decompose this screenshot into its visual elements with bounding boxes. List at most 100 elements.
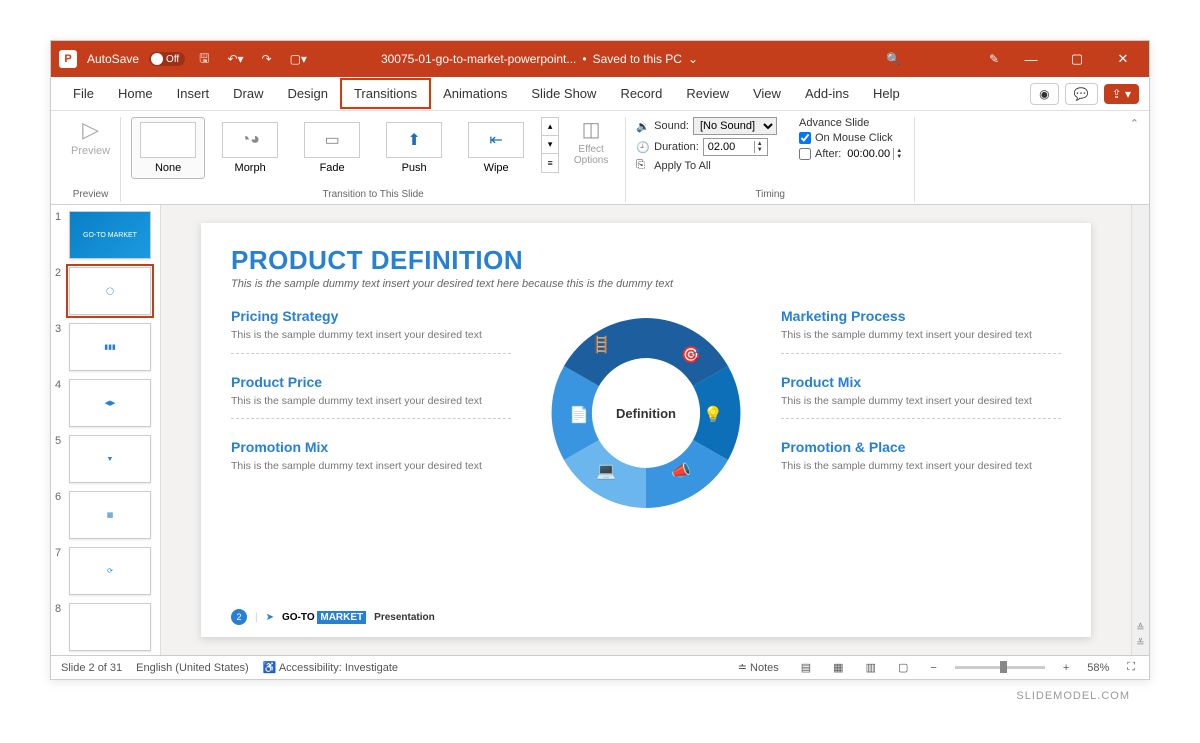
- transition-none[interactable]: None: [131, 117, 205, 179]
- transition-wipe[interactable]: ⇤ Wipe: [459, 117, 533, 179]
- slide-counter[interactable]: Slide 2 of 31: [61, 662, 122, 674]
- after-checkbox[interactable]: [799, 148, 811, 160]
- tab-help[interactable]: Help: [861, 80, 912, 107]
- after-input[interactable]: [845, 147, 893, 161]
- stairs-icon: 🪜: [591, 335, 611, 354]
- pen-icon[interactable]: ✎: [985, 50, 1003, 68]
- slide-footer: 2 | ➤ GO-TO MARKET Presentation: [231, 609, 435, 625]
- donut-chart: 🪜 🎯 💡 📣 💻 📄 Definition: [531, 308, 761, 518]
- apply-all-button[interactable]: ⎘ Apply To All: [636, 159, 777, 172]
- language-status[interactable]: English (United States): [136, 662, 249, 674]
- record-indicator-icon[interactable]: ◉: [1030, 83, 1058, 105]
- zoom-level[interactable]: 58%: [1087, 662, 1109, 674]
- thumb-1[interactable]: 1GO-TO MARKET: [55, 211, 156, 259]
- item-promotion-place: Promotion & PlaceThis is the sample dumm…: [781, 439, 1061, 474]
- gallery-more[interactable]: ▴ ▾ ≡: [541, 117, 559, 173]
- tab-view[interactable]: View: [741, 80, 793, 107]
- fade-icon: ▭: [304, 122, 360, 158]
- gallery-expand-icon[interactable]: ≡: [542, 154, 558, 172]
- tab-slideshow[interactable]: Slide Show: [519, 80, 608, 107]
- morph-icon: ◔◕: [222, 122, 278, 158]
- sound-icon: 🔉: [636, 120, 650, 133]
- thumb-3[interactable]: 3▮▮▮: [55, 323, 156, 371]
- gallery-down-icon[interactable]: ▾: [542, 136, 558, 154]
- tab-draw[interactable]: Draw: [221, 80, 275, 107]
- fit-window-icon[interactable]: ⛶: [1123, 659, 1139, 676]
- collapse-ribbon-icon[interactable]: ⌃: [1130, 117, 1139, 130]
- vertical-scrollbar[interactable]: ≙ ≚: [1131, 205, 1149, 655]
- thumb-2[interactable]: 2◯: [55, 267, 156, 315]
- tab-animations[interactable]: Animations: [431, 80, 519, 107]
- view-normal-icon[interactable]: ▤: [797, 659, 815, 676]
- next-slide-icon[interactable]: ≚: [1136, 638, 1144, 649]
- comments-icon[interactable]: 💬: [1065, 83, 1098, 105]
- zoom-in-button[interactable]: +: [1059, 660, 1073, 676]
- on-click-checkbox[interactable]: [799, 132, 811, 144]
- document-icon: 📄: [569, 405, 589, 424]
- ribbon: ▷ Preview Preview None ◔◕ Morph ▭ Fade: [51, 111, 1149, 205]
- push-icon: ⬆: [386, 122, 442, 158]
- left-column: Pricing StrategyThis is the sample dummy…: [231, 308, 511, 518]
- view-slideshow-icon[interactable]: ▢: [894, 659, 912, 676]
- document-title[interactable]: 30075-01-go-to-market-powerpoint... • Sa…: [381, 52, 698, 66]
- accessibility-status[interactable]: ♿ Accessibility: Investigate: [263, 661, 398, 674]
- donut-center-label: Definition: [616, 406, 676, 421]
- tab-file[interactable]: File: [61, 80, 106, 107]
- tab-home[interactable]: Home: [106, 80, 165, 107]
- view-reading-icon[interactable]: ▥: [862, 659, 880, 676]
- notes-button[interactable]: ≐ Notes: [734, 659, 783, 676]
- save-icon[interactable]: 🖫: [195, 47, 213, 72]
- redo-icon[interactable]: ↷: [258, 50, 276, 68]
- statusbar: Slide 2 of 31 English (United States) ♿ …: [51, 655, 1149, 679]
- zoom-slider[interactable]: [955, 666, 1045, 669]
- thumb-5[interactable]: 5▼: [55, 435, 156, 483]
- tab-review[interactable]: Review: [674, 80, 741, 107]
- present-icon[interactable]: ▢▾: [286, 50, 311, 68]
- group-label-transitions: Transition to This Slide: [323, 187, 424, 202]
- duration-input[interactable]: [706, 140, 754, 154]
- search-icon[interactable]: 🔍: [882, 48, 905, 70]
- share-button[interactable]: ⇪ ▾: [1104, 84, 1139, 104]
- autosave-toggle[interactable]: Off: [149, 52, 185, 66]
- prev-slide-icon[interactable]: ≙: [1136, 623, 1144, 634]
- view-sorter-icon[interactable]: ▦: [829, 659, 847, 676]
- group-label-preview: Preview: [73, 187, 109, 202]
- on-click-label: On Mouse Click: [815, 132, 893, 144]
- after-spinner[interactable]: ▲▼: [845, 147, 904, 161]
- thumb-7[interactable]: 7⟳: [55, 547, 156, 595]
- duration-spinner[interactable]: ▲▼: [703, 138, 768, 156]
- preview-label: Preview: [71, 145, 110, 157]
- zoom-out-button[interactable]: −: [926, 660, 940, 676]
- undo-icon[interactable]: ↶▾: [223, 50, 247, 68]
- close-button[interactable]: ✕: [1105, 51, 1141, 67]
- maximize-button[interactable]: ▢: [1059, 51, 1095, 67]
- thumb-4[interactable]: 4◀▶: [55, 379, 156, 427]
- item-product-price: Product PriceThis is the sample dummy te…: [231, 374, 511, 420]
- effect-options-button[interactable]: ◫ Effect Options: [567, 117, 615, 166]
- gallery-up-icon[interactable]: ▴: [542, 118, 558, 136]
- minimize-button[interactable]: —: [1013, 52, 1049, 67]
- tab-record[interactable]: Record: [608, 80, 674, 107]
- preview-button[interactable]: ▷ Preview: [71, 117, 110, 157]
- app-window: P AutoSave Off 🖫 ↶▾ ↷ ▢▾ 30075-01-go-to-…: [50, 40, 1150, 680]
- slide-thumbnails: 1GO-TO MARKET 2◯ 3▮▮▮ 4◀▶ 5▼ 6▦ 7⟳ 8: [51, 205, 161, 655]
- tab-addins[interactable]: Add-ins: [793, 80, 861, 107]
- thumb-8[interactable]: 8: [55, 603, 156, 651]
- transition-morph[interactable]: ◔◕ Morph: [213, 117, 287, 179]
- slide-canvas: PRODUCT DEFINITION This is the sample du…: [201, 223, 1091, 637]
- tab-transitions[interactable]: Transitions: [340, 78, 431, 109]
- transition-push[interactable]: ⬆ Push: [377, 117, 451, 179]
- tab-design[interactable]: Design: [276, 80, 340, 107]
- item-promotion-mix: Promotion MixThis is the sample dummy te…: [231, 439, 511, 474]
- duration-label: Duration:: [654, 141, 699, 153]
- slide-editor[interactable]: PRODUCT DEFINITION This is the sample du…: [161, 205, 1131, 655]
- right-column: Marketing ProcessThis is the sample dumm…: [781, 308, 1061, 518]
- app-logo-icon: P: [59, 50, 77, 68]
- transition-fade[interactable]: ▭ Fade: [295, 117, 369, 179]
- autosave-state: Off: [166, 54, 179, 65]
- tab-insert[interactable]: Insert: [165, 80, 222, 107]
- thumb-6[interactable]: 6▦: [55, 491, 156, 539]
- sound-select[interactable]: [No Sound]: [693, 117, 777, 135]
- group-transitions: None ◔◕ Morph ▭ Fade ⬆ Push ⇤ Wipe: [121, 117, 626, 202]
- bulb-icon: 💡: [703, 405, 723, 424]
